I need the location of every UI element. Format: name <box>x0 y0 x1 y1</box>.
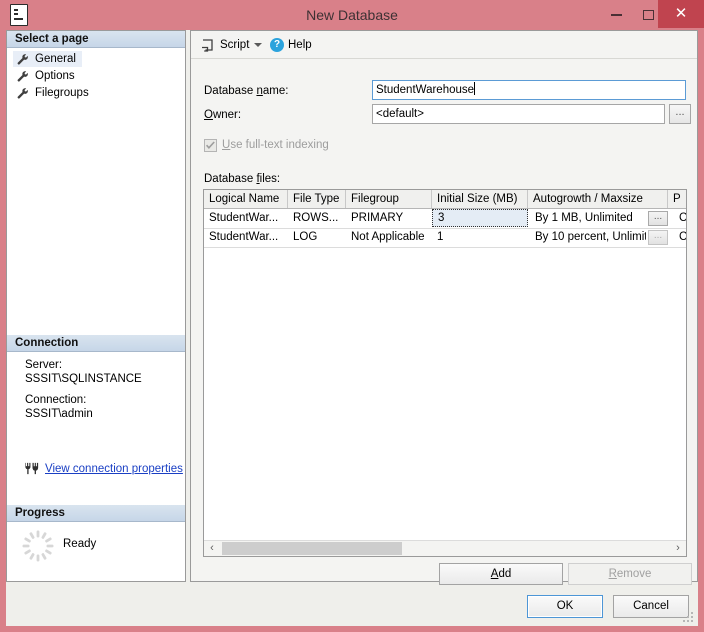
owner-browse-button[interactable]: ... <box>669 104 691 124</box>
script-icon <box>202 39 213 52</box>
minimize-button[interactable] <box>600 0 632 28</box>
remove-button[interactable]: Remove <box>568 563 692 585</box>
resize-grip[interactable] <box>683 612 695 624</box>
cell-initial-size[interactable]: 3 <box>432 209 528 227</box>
database-name-value: StudentWarehouse <box>376 84 475 96</box>
fulltext-indexing-label: Use full-text indexing <box>222 139 329 151</box>
wrench-icon <box>17 54 28 65</box>
wrench-icon <box>17 88 28 99</box>
sidebar-item-options[interactable]: Options <box>13 68 81 84</box>
window-title: New Database <box>306 7 398 23</box>
cell-path[interactable]: C <box>674 209 686 227</box>
server-value: SSSIT\SQLINSTANCE <box>25 373 142 385</box>
left-pane: Select a page General Options Filegroups <box>6 30 186 582</box>
scrollbar-track[interactable] <box>220 541 670 556</box>
dialog-body: Select a page General Options Filegroups <box>6 30 698 590</box>
sidebar-item-label: Filegroups <box>35 87 89 99</box>
ok-button[interactable]: OK <box>527 595 603 618</box>
scroll-right-arrow-icon[interactable]: › <box>670 541 686 556</box>
progress-header: Progress <box>7 505 185 522</box>
column-header-autogrowth[interactable]: Autogrowth / Maxsize <box>528 190 668 208</box>
database-name-input[interactable]: StudentWarehouse <box>372 80 686 100</box>
connection-header: Connection <box>7 335 185 352</box>
wrench-icon <box>17 71 28 82</box>
cell-file-type[interactable]: LOG <box>288 228 346 246</box>
owner-input[interactable]: <default> <box>372 104 665 124</box>
cell-autogrowth[interactable]: By 10 percent, Unlimited <box>530 228 646 246</box>
owner-label: Owner: <box>204 109 242 121</box>
cell-logical-name[interactable]: StudentWar... <box>204 209 288 227</box>
sidebar-item-general[interactable]: General <box>13 51 82 67</box>
chevron-down-icon[interactable] <box>254 43 262 47</box>
sidebar-item-filegroups[interactable]: Filegroups <box>13 85 95 101</box>
script-button[interactable]: Script <box>220 39 249 51</box>
grid-horizontal-scrollbar[interactable]: ‹ › <box>204 540 686 556</box>
cell-initial-size[interactable]: 1 <box>432 228 528 246</box>
cell-autogrowth[interactable]: By 1 MB, Unlimited <box>530 209 646 227</box>
titlebar: New Database ✕ <box>0 0 704 30</box>
sidebar-item-label: General <box>35 53 76 65</box>
close-button[interactable]: ✕ <box>658 0 704 28</box>
right-pane: Script ? Help Database name: StudentWare… <box>190 30 698 585</box>
column-header-filegroup[interactable]: Filegroup <box>346 190 432 208</box>
add-button[interactable]: Add <box>439 563 563 585</box>
checkmark-icon <box>206 141 215 149</box>
connection-plug-icon <box>25 462 39 475</box>
select-page-header: Select a page <box>7 31 185 48</box>
table-row[interactable]: StudentWar... ROWS... PRIMARY 3 By 1 MB,… <box>204 209 686 229</box>
toolbar: Script ? Help <box>191 31 697 59</box>
table-row[interactable]: StudentWar... LOG Not Applicable 1 By 10… <box>204 228 686 248</box>
column-header-path[interactable]: P <box>668 190 686 208</box>
connection-value: SSSIT\admin <box>25 408 93 420</box>
help-button[interactable]: Help <box>288 39 312 51</box>
scroll-left-arrow-icon[interactable]: ‹ <box>204 541 220 556</box>
autogrowth-browse-button[interactable]: ... <box>648 211 668 226</box>
autogrowth-browse-button[interactable]: ... <box>648 230 668 245</box>
progress-status: Ready <box>63 538 97 550</box>
database-name-label: Database name: <box>204 85 289 97</box>
cancel-button[interactable]: Cancel <box>613 595 689 618</box>
cell-filegroup[interactable]: PRIMARY <box>346 209 432 227</box>
column-header-logical-name[interactable]: Logical Name <box>204 190 288 208</box>
view-connection-properties-link[interactable]: View connection properties <box>45 463 183 475</box>
cell-path[interactable]: C <box>674 228 686 246</box>
cell-logical-name[interactable]: StudentWar... <box>204 228 288 246</box>
database-files-label: Database files: <box>204 173 281 185</box>
connection-label: Connection: <box>25 394 87 406</box>
text-caret <box>474 82 476 95</box>
fulltext-indexing-checkbox <box>204 139 217 152</box>
cell-filegroup[interactable]: Not Applicable <box>346 228 432 246</box>
column-header-file-type[interactable]: File Type <box>288 190 346 208</box>
server-label: Server: <box>25 359 63 371</box>
database-files-grid[interactable]: Logical Name File Type Filegroup Initial… <box>203 189 687 557</box>
help-question-icon[interactable]: ? <box>270 38 284 52</box>
cell-file-type[interactable]: ROWS... <box>288 209 346 227</box>
new-database-dialog: New Database ✕ Select a page General Opt… <box>0 0 704 632</box>
spinner-icon <box>22 530 54 562</box>
sidebar-item-label: Options <box>35 70 75 82</box>
dialog-footer: OK Cancel <box>6 590 698 626</box>
scrollbar-thumb[interactable] <box>222 542 402 555</box>
grid-header-row: Logical Name File Type Filegroup Initial… <box>204 190 686 209</box>
column-header-initial-size[interactable]: Initial Size (MB) <box>432 190 528 208</box>
